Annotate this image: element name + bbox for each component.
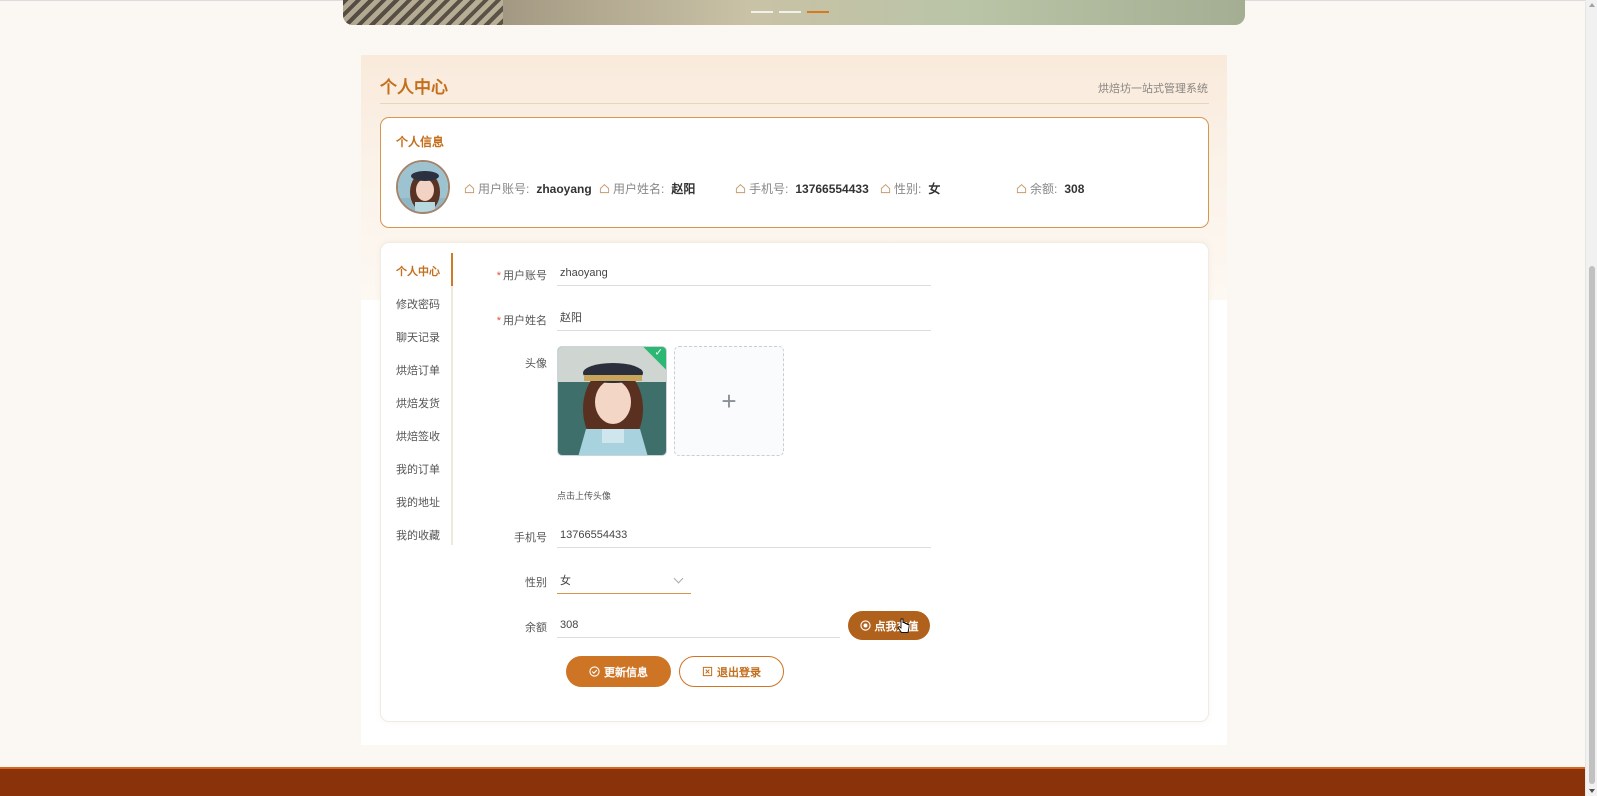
info-gender-value: 女 xyxy=(928,182,941,196)
carousel-dot[interactable] xyxy=(779,11,801,13)
logout-button[interactable]: 退出登录 xyxy=(679,656,784,687)
target-icon xyxy=(859,620,871,631)
check-circle-icon xyxy=(589,666,600,677)
balance-label: 余额 xyxy=(525,622,547,634)
personal-info-card: 个人信息 用户账号: zhaoyang 用户姓名: 赵阳 手机号: 137665… xyxy=(380,117,1209,228)
mouse-pointer-icon xyxy=(897,618,910,633)
account-label: * 用户账号 xyxy=(496,270,547,282)
info-card-title: 个人信息 xyxy=(396,135,445,149)
balance-field[interactable]: 308 xyxy=(557,612,840,638)
info-phone: 手机号: 13766554433 xyxy=(735,180,869,197)
sidebar-item-my-orders[interactable]: 我的订单 xyxy=(396,461,440,477)
info-name-value: 赵阳 xyxy=(671,182,696,196)
carousel-dot[interactable] xyxy=(751,11,773,13)
system-subtitle: 烘焙坊一站式管理系统 xyxy=(1098,83,1208,95)
banner-image-texture xyxy=(343,0,503,25)
info-account-value: zhaoyang xyxy=(536,181,592,196)
home-icon xyxy=(1016,184,1027,194)
upload-add-button[interactable]: + xyxy=(674,346,784,456)
sidebar-active-indicator xyxy=(451,253,453,286)
sidebar-item-baking-shipping[interactable]: 烘焙发货 xyxy=(396,395,440,411)
sidebar-nav: 个人中心 修改密码 聊天记录 烘焙订单 烘焙发货 烘焙签收 我的订单 我的地址 … xyxy=(381,253,453,545)
scrollbar-thumb[interactable] xyxy=(1589,266,1595,784)
sidebar-item-chat-history[interactable]: 聊天记录 xyxy=(396,329,440,345)
banner-carousel[interactable] xyxy=(343,0,1245,25)
avatar xyxy=(396,160,450,214)
name-field[interactable]: 赵阳 xyxy=(557,305,931,331)
upload-hint: 点击上传头像 xyxy=(557,491,612,501)
info-gender-label: 性别: xyxy=(894,182,922,196)
page-footer xyxy=(0,767,1585,796)
phone-field[interactable]: 13766554433 xyxy=(557,522,931,548)
scroll-up-arrow-icon[interactable] xyxy=(1589,3,1595,7)
header-divider xyxy=(380,103,1209,104)
sidebar-item-personal-center[interactable]: 个人中心 xyxy=(396,263,440,279)
home-icon xyxy=(735,184,746,194)
account-field[interactable]: zhaoyang xyxy=(557,260,931,286)
info-phone-label: 手机号: xyxy=(749,182,789,196)
avatar-label: 头像 xyxy=(525,358,547,370)
info-name-label: 用户姓名: xyxy=(613,182,665,196)
name-label: * 用户姓名 xyxy=(496,315,547,327)
home-icon xyxy=(599,184,610,194)
logout-button-label: 退出登录 xyxy=(717,666,761,679)
update-info-button-label: 更新信息 xyxy=(604,666,648,679)
home-icon xyxy=(880,184,891,194)
required-mark: * xyxy=(496,315,501,327)
sidebar-item-my-address[interactable]: 我的地址 xyxy=(396,494,440,510)
info-balance-value: 308 xyxy=(1064,181,1085,196)
vertical-scrollbar[interactable] xyxy=(1585,0,1597,796)
phone-label: 手机号 xyxy=(514,532,547,544)
carousel-dot-active[interactable] xyxy=(807,11,829,13)
uploaded-avatar-thumb[interactable]: ✓ xyxy=(557,346,667,456)
carousel-indicators xyxy=(751,11,857,13)
home-icon xyxy=(464,184,475,194)
page-title: 个人中心 xyxy=(380,78,448,97)
update-info-button[interactable]: 更新信息 xyxy=(566,656,671,687)
sidebar-item-baking-receipt[interactable]: 烘焙签收 xyxy=(396,428,440,444)
check-icon: ✓ xyxy=(654,347,663,359)
gender-label: 性别 xyxy=(525,577,547,589)
info-phone-value: 13766554433 xyxy=(795,181,869,196)
chevron-down-icon xyxy=(673,573,684,584)
required-mark: * xyxy=(496,270,501,282)
sidebar-item-baking-orders[interactable]: 烘焙订单 xyxy=(396,362,440,378)
info-gender: 性别: 女 xyxy=(880,180,940,197)
info-balance: 余额: 308 xyxy=(1016,180,1084,197)
sidebar-item-my-favorites[interactable]: 我的收藏 xyxy=(396,527,440,543)
info-account-label: 用户账号: xyxy=(478,182,530,196)
info-name: 用户姓名: 赵阳 xyxy=(599,180,695,197)
profile-form-card: 个人中心 修改密码 聊天记录 烘焙订单 烘焙发货 烘焙签收 我的订单 我的地址 … xyxy=(380,242,1209,722)
personal-center-panel: 个人中心 烘焙坊一站式管理系统 个人信息 用户账号: zhaoyang 用户姓名… xyxy=(361,55,1227,745)
close-square-icon xyxy=(702,666,713,677)
sidebar-item-change-password[interactable]: 修改密码 xyxy=(396,296,440,312)
recharge-button[interactable]: 点我充值 xyxy=(848,611,930,640)
info-balance-label: 余额: xyxy=(1030,182,1058,196)
scroll-down-arrow-icon[interactable] xyxy=(1589,789,1595,793)
info-account: 用户账号: zhaoyang xyxy=(464,180,592,197)
gender-select[interactable]: 女 xyxy=(557,568,691,594)
gender-select-value: 女 xyxy=(560,575,571,587)
